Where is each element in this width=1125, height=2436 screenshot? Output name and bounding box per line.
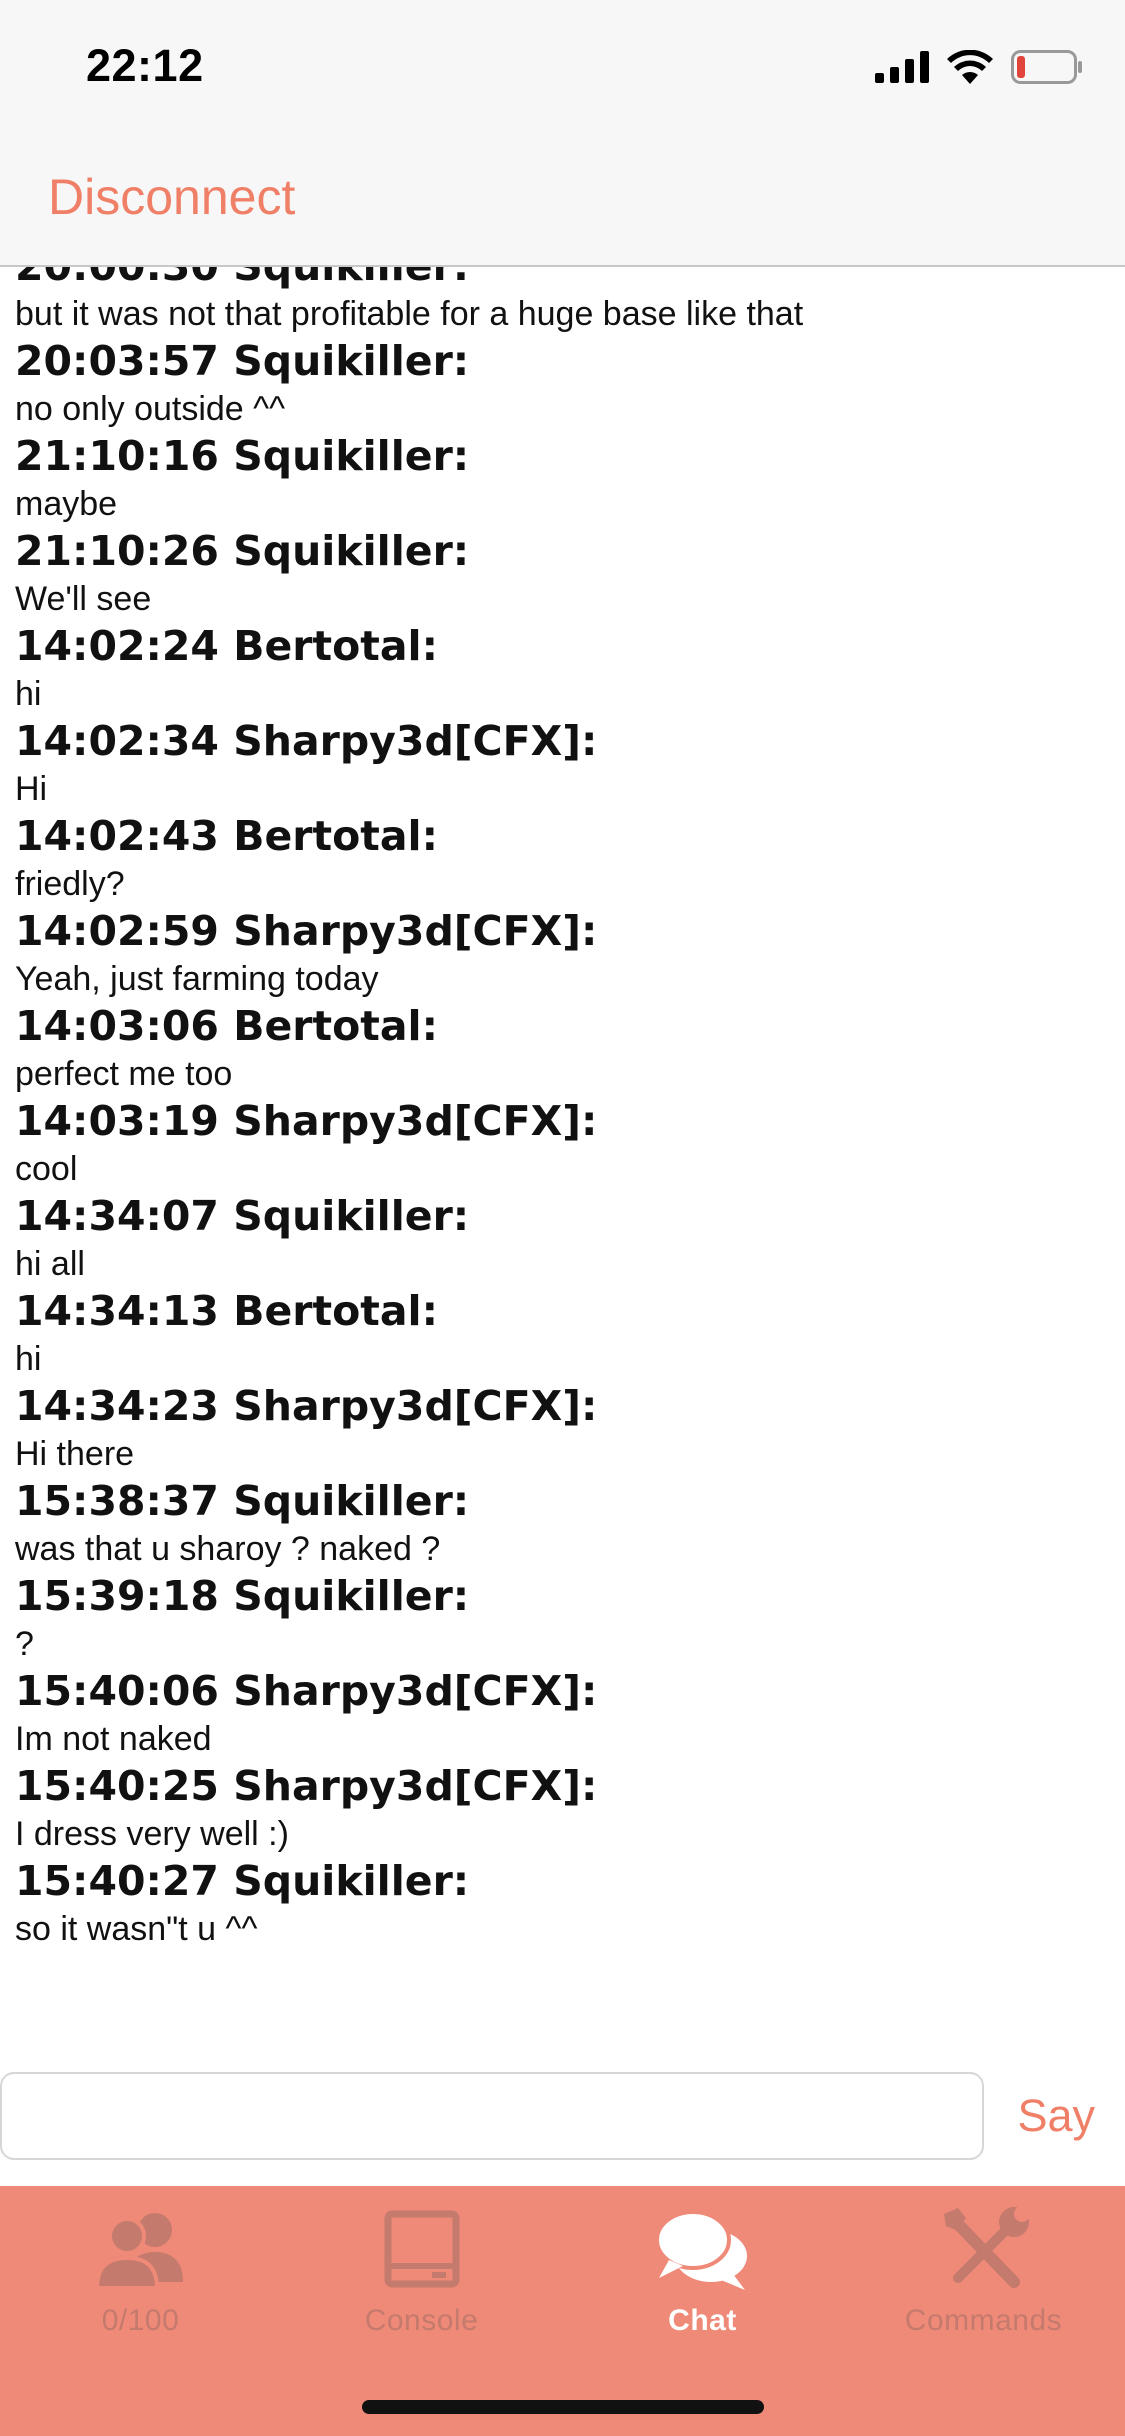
chat-message: 14:34:13 Bertotal: hi xyxy=(15,1284,1110,1379)
chat-message-header: 14:03:19 Sharpy3d[CFX]: xyxy=(15,1097,598,1145)
chat-message-header: 14:34:23 Sharpy3d[CFX]: xyxy=(15,1382,598,1430)
players-icon xyxy=(94,2213,183,2290)
chat-message-header: 20:03:57 Squikiller: xyxy=(15,337,470,385)
chat-message: 15:40:06 Sharpy3d[CFX]: Im not naked xyxy=(15,1664,1110,1759)
chat-message-header: 14:34:13 Bertotal: xyxy=(15,1287,438,1335)
chat-message: 20:00:30 Squikiller:but it was not that … xyxy=(15,267,1110,334)
tab-players[interactable]: 0/100 xyxy=(0,2204,281,2354)
chat-message-header: 20:00:30 Squikiller: xyxy=(15,267,1110,294)
console-icon xyxy=(384,2210,459,2288)
chat-message-text: hi xyxy=(15,1340,42,1378)
tab-label-commands: Commands xyxy=(904,2304,1063,2337)
tab-console[interactable]: Console xyxy=(281,2204,562,2354)
chat-message-header: 14:02:24 Bertotal: xyxy=(15,622,438,670)
chat-message-header: 15:40:25 Sharpy3d[CFX]: xyxy=(15,1762,598,1810)
chat-message: 15:40:25 Sharpy3d[CFX]: I dress very well… xyxy=(15,1759,1110,1854)
chat-message-header: 15:40:06 Sharpy3d[CFX]: xyxy=(15,1667,598,1715)
navigation-bar: Disconnect xyxy=(0,132,1125,267)
chat-message-header: 14:34:07 Squikiller: xyxy=(15,1192,470,1240)
tab-label-console: Console xyxy=(364,2304,479,2337)
chat-message: 14:34:23 Sharpy3d[CFX]: Hi there xyxy=(15,1379,1110,1474)
chat-message: 15:40:27 Squikiller: so it wasn"t u ^^ xyxy=(15,1854,1110,1949)
chat-message-text: cool xyxy=(15,1150,78,1188)
chat-message-header: 21:10:16 Squikiller: xyxy=(15,432,470,480)
chat-log[interactable]: 20:00:30 Squikiller:but it was not that … xyxy=(0,267,1125,2007)
chat-message: 20:03:57 Squikiller: no only outside ^^ xyxy=(15,334,1110,429)
chat-message-text: We'll see xyxy=(15,580,152,618)
chat-message-text: Hi there xyxy=(15,1435,135,1473)
chat-message-header: 14:02:34 Sharpy3d[CFX]: xyxy=(15,717,598,765)
chat-message-text: I dress very well :) xyxy=(15,1815,289,1853)
message-composer: Say xyxy=(0,2072,1125,2164)
tab-commands[interactable]: Commands xyxy=(843,2204,1124,2354)
tab-label-players: 0/100 xyxy=(101,2304,180,2337)
home-indicator xyxy=(362,2400,764,2414)
chat-message: 14:02:24 Bertotal: hi xyxy=(15,619,1110,714)
chat-message-header: 14:03:06 Bertotal: xyxy=(15,1002,438,1050)
status-time: 22:12 xyxy=(86,40,204,91)
chat-message: 14:02:43 Bertotal: friedly? xyxy=(15,809,1110,904)
chat-message-header: 14:02:59 Sharpy3d[CFX]: xyxy=(15,907,598,955)
disconnect-button[interactable]: Disconnect xyxy=(48,168,295,226)
chat-message-header: 21:10:26 Squikiller: xyxy=(15,527,470,575)
chat-message-text: maybe xyxy=(15,485,118,523)
wifi-icon xyxy=(947,50,993,84)
tab-chat[interactable]: Chat xyxy=(562,2204,843,2354)
battery-low-icon xyxy=(1011,50,1082,84)
chat-message-text: so it wasn"t u ^^ xyxy=(15,1910,258,1948)
tab-bar: 0/100 Console Chat Commands xyxy=(0,2186,1125,2436)
chat-message-text: Im not naked xyxy=(15,1720,212,1758)
chat-message-text: perfect me too xyxy=(15,1055,233,1093)
chat-message: 21:10:26 Squikiller: We'll see xyxy=(15,524,1110,619)
cellular-signal-icon xyxy=(875,51,929,83)
chat-message: 14:02:34 Sharpy3d[CFX]: Hi xyxy=(15,714,1110,809)
chat-message-text: hi xyxy=(15,675,42,713)
say-button[interactable]: Say xyxy=(1017,2090,1095,2142)
chat-message-text: Hi xyxy=(15,770,48,808)
chat-message: 15:38:37 Squikiller: was that u sharoy ? … xyxy=(15,1474,1110,1569)
chat-message: 14:02:59 Sharpy3d[CFX]: Yeah, just farmin… xyxy=(15,904,1110,999)
chat-message-text: hi all xyxy=(15,1245,85,1283)
tools-icon xyxy=(943,2206,1030,2288)
chat-message: 14:34:07 Squikiller: hi all xyxy=(15,1189,1110,1284)
chat-message-header: 15:40:27 Squikiller: xyxy=(15,1857,470,1905)
chat-message-text: Yeah, just farming today xyxy=(15,960,379,998)
chat-message-text: no only outside ^^ xyxy=(15,390,286,428)
chat-message-header: 14:02:43 Bertotal: xyxy=(15,812,438,860)
chat-message-text: friedly? xyxy=(15,865,125,903)
chat-message: 14:03:19 Sharpy3d[CFX]: cool xyxy=(15,1094,1110,1189)
chat-message: 14:03:06 Bertotal: perfect me too xyxy=(15,999,1110,1094)
status-icons xyxy=(875,50,1083,84)
tab-label-chat: Chat xyxy=(668,2304,737,2337)
chat-message-header: 15:38:37 Squikiller: xyxy=(15,1477,470,1525)
chat-message-text: was that u sharoy ? naked ? xyxy=(15,1530,441,1568)
status-bar: 22:12 xyxy=(0,0,1125,132)
chat-message: 21:10:16 Squikiller: maybe xyxy=(15,429,1110,524)
message-input[interactable] xyxy=(0,2072,984,2160)
chat-message: 15:39:18 Squikiller:? xyxy=(15,1569,1110,1664)
chat-message-list: 20:00:30 Squikiller:but it was not that … xyxy=(15,267,1110,1949)
chat-icon xyxy=(654,2210,747,2290)
chat-message-header: 15:39:18 Squikiller: xyxy=(15,1572,470,1620)
chat-message-text: but it was not that profitable for a hug… xyxy=(15,295,804,333)
chat-message-text: ? xyxy=(15,1625,34,1663)
